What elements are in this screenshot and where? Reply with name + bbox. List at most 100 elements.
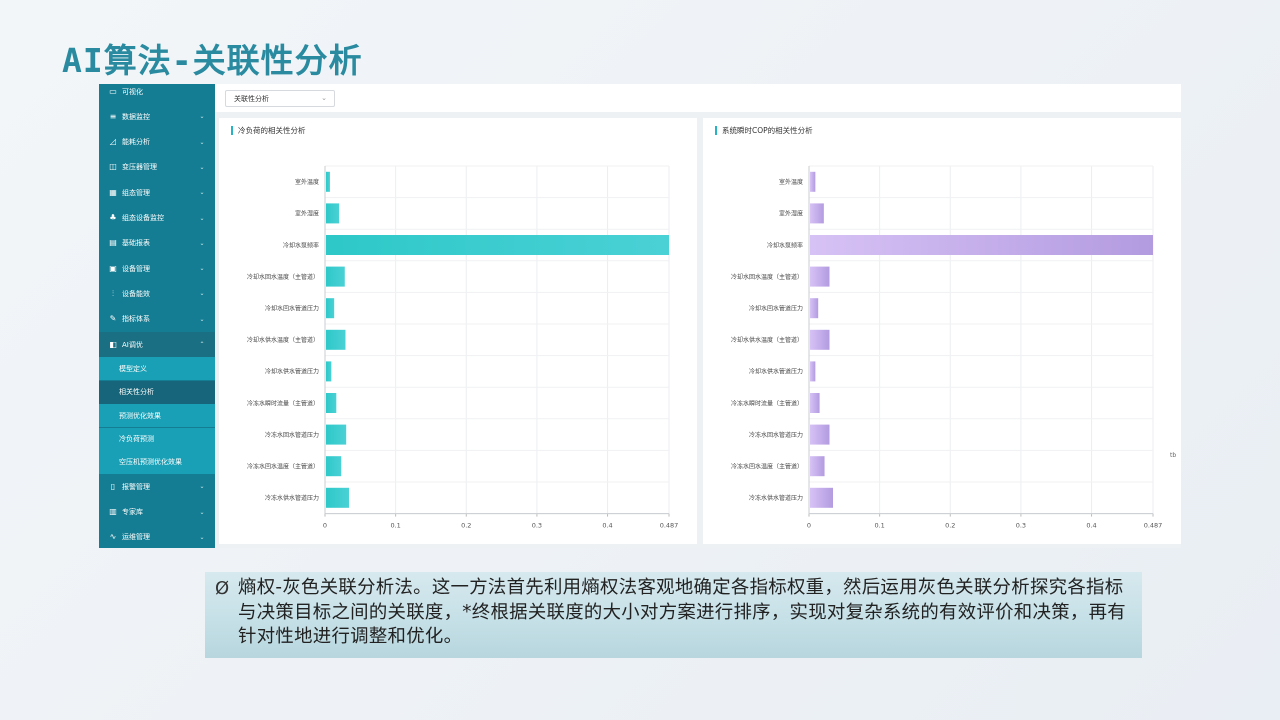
chevron-down-icon: ⌄: [199, 214, 205, 222]
chevron-down-icon: ⌄: [321, 94, 327, 102]
x-tick-label: 0.2: [461, 522, 471, 530]
bar: [810, 171, 816, 192]
bar: [810, 456, 825, 477]
sidebar-item-label: 专家库: [122, 508, 143, 517]
chevron-down-icon: ⌄: [199, 113, 205, 121]
category-label: 室外湿度: [779, 210, 803, 218]
bar: [326, 487, 350, 508]
sidebar-item-label: 可视化: [122, 87, 143, 96]
sidebar-item-label: 运维管理: [122, 533, 150, 542]
x-tick-label: 0.4: [1086, 522, 1096, 530]
bar: [810, 235, 1153, 255]
category-label: 冷冻水瞬时流量（主管道）: [247, 399, 319, 407]
chart-icon: ◿: [109, 137, 117, 147]
report-icon: ▤: [109, 238, 117, 248]
bar: [326, 203, 340, 224]
sidebar-item[interactable]: ≡ 数据监控 ⌄: [99, 104, 215, 129]
chevron-down-icon: ⌄: [199, 189, 205, 197]
category-label: 冷冻水供水管道压力: [265, 494, 319, 502]
chevron-down-icon: ⌄: [199, 265, 205, 273]
network-icon: ♣: [109, 213, 117, 222]
bar: [810, 393, 820, 413]
wave-icon: ∿: [109, 532, 117, 542]
bar: [326, 171, 330, 192]
bar: [810, 266, 830, 287]
chevron-down-icon: ⌄: [199, 163, 205, 171]
alarm-icon: ▯: [110, 481, 116, 491]
sidebar-subitem[interactable]: 相关性分析: [99, 380, 215, 404]
app-window: ▭ 可视化 ≡ 数据监控 ⌄ ◿ 能耗分析 ⌄ ◫ 变压器管理 ⌄ ▦ 组态管理 ⌄ ♣ 组态设备监控 ⌄ ▤ 基础…: [99, 84, 1181, 548]
bar: [326, 266, 345, 287]
sidebar-item-label: 组态设备监控: [122, 214, 164, 222]
category-label: 室外湿度: [295, 210, 319, 218]
analysis-type-select[interactable]: 关联性分析 ⌄: [225, 90, 335, 107]
category-label: 冷冻水回水温度（主管道）: [731, 463, 803, 471]
select-value: 关联性分析: [234, 94, 269, 103]
x-tick-label: 0.1: [874, 522, 884, 530]
chevron-down-icon: ⌄: [199, 239, 205, 247]
sidebar-item-label: 指标体系: [122, 315, 150, 324]
bar: [810, 424, 830, 445]
sidebar-item[interactable]: ▥ 专家库 ⌄: [99, 500, 215, 525]
chevron-up-icon: ⌃: [199, 341, 205, 348]
sidebar-item[interactable]: ⫶ 设备能效 ⌄: [99, 281, 215, 306]
bar: [810, 203, 824, 224]
bar: [326, 298, 335, 319]
x-tick-label: 0.3: [532, 522, 542, 530]
chevron-down-icon: ⌄: [199, 533, 205, 541]
database-icon: ≡: [109, 111, 117, 121]
category-label: 冷却水回水管道压力: [749, 305, 803, 313]
slide-title: AI算法-关联性分析: [62, 41, 363, 80]
category-label: 冷冻水回水温度（主管道）: [247, 463, 319, 471]
x-tick-label: 0: [323, 522, 327, 530]
sidebar-subitem[interactable]: 冷负荷预测: [99, 427, 215, 451]
chevron-down-icon: ⌄: [199, 483, 205, 491]
side-mark: tb: [1170, 452, 1177, 459]
sidebar-item[interactable]: ◧ AI调优 ⌃: [99, 332, 215, 357]
category-label: 冷冻水供水管道压力: [749, 494, 803, 502]
sidebar-item[interactable]: ✎ 指标体系 ⌄: [99, 307, 215, 332]
sidebar-subitem[interactable]: 模型定义: [99, 357, 215, 381]
sidebar-item-label: 基础报表: [122, 239, 150, 248]
category-label: 室外温度: [779, 178, 803, 186]
sidebar-subitem[interactable]: 空压机预测优化效果: [99, 450, 215, 474]
sidebar-item-label: 数据监控: [122, 112, 150, 121]
sidebar-item[interactable]: ♣ 组态设备监控 ⌄: [99, 206, 215, 231]
sidebar-item[interactable]: ∿ 运维管理 ⌄: [99, 525, 215, 548]
x-tick-label: 0.2: [945, 522, 955, 530]
bar: [810, 298, 819, 319]
category-label: 冷却水供水管道压力: [749, 368, 803, 376]
bar-chart: 0 0.1 0.2 0.3 0.4 0.487 室外温度室外湿度冷却水泵频率冷却水回水温度（…: [247, 165, 678, 530]
bar: [326, 361, 332, 382]
sidebar: ▭ 可视化 ≡ 数据监控 ⌄ ◿ 能耗分析 ⌄ ◫ 变压器管理 ⌄ ▦ 组态管理 ⌄ ♣ 组态设备监控 ⌄ ▤ 基础…: [99, 84, 215, 548]
sidebar-item[interactable]: ◫ 变压器管理 ⌄: [99, 155, 215, 180]
bar: [326, 456, 342, 477]
monitor-icon: ▭: [109, 86, 117, 96]
sidebar-item[interactable]: ▣ 设备管理 ⌄: [99, 256, 215, 281]
description-box: Ø 熵权-灰色关联分析法。这一方法首先利用熵权法客观地确定各指标权重，然后运用灰…: [205, 572, 1142, 658]
bar: [810, 361, 816, 382]
category-label: 冷却水供水管道压力: [265, 368, 319, 376]
category-label: 冷冻水回水管道压力: [265, 431, 319, 439]
sidebar-item-label: 报警管理: [122, 482, 150, 491]
category-label: 冷却水泵频率: [283, 241, 319, 249]
grid-icon: ▦: [109, 187, 117, 197]
sidebar-item[interactable]: ◿ 能耗分析 ⌄: [99, 130, 215, 155]
sidebar-item[interactable]: ▤ 基础报表 ⌄: [99, 231, 215, 256]
sidebar-item-label: AI调优: [122, 340, 143, 349]
category-label: 冷却水泵频率: [767, 241, 803, 249]
sidebar-item[interactable]: ▦ 组态管理 ⌄: [99, 180, 215, 205]
main-content: 关联性分析 ⌄ 冷负荷的相关性分析 0 0.1 0.2 0.3 0.4 0.487 室外温度…: [215, 84, 1181, 548]
category-label: 冷冻水回水管道压力: [749, 431, 803, 439]
sidebar-item[interactable]: ▯ 报警管理 ⌄: [99, 474, 215, 499]
category-label: 冷冻水瞬时流量（主管道）: [731, 399, 803, 407]
ai-icon: ◧: [109, 339, 117, 349]
cooling-load-correlation-panel: 冷负荷的相关性分析 0 0.1 0.2 0.3 0.4 0.487 室外温度 室外湿度 冷却水泵…: [219, 118, 697, 544]
book-icon: ▥: [109, 507, 117, 517]
bar: [810, 329, 830, 350]
sidebar-subitem[interactable]: 预测优化效果: [99, 404, 215, 428]
sidebar-item[interactable]: ▭ 可视化: [99, 84, 215, 104]
category-label: 冷却水供水温度（主管道）: [731, 336, 803, 344]
bar: [326, 329, 346, 350]
x-tick-label: 0.1: [390, 522, 400, 530]
